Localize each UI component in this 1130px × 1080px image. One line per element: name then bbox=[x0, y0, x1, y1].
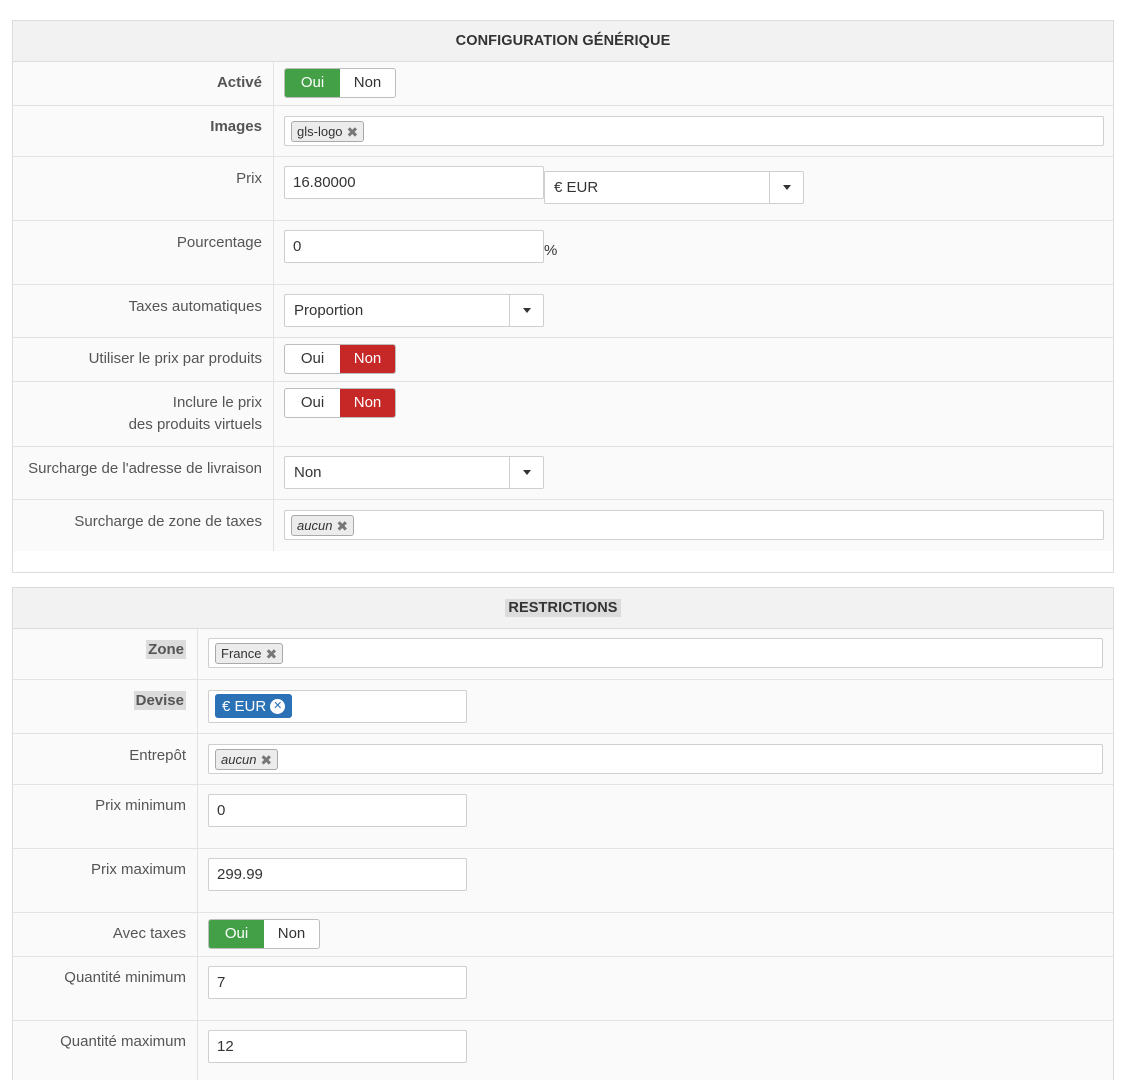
max-qty-row: Quantité maximum 12 bbox=[13, 1021, 1113, 1080]
with-taxes-row: Avec taxes Oui Non bbox=[13, 913, 1113, 957]
min-qty-row: Quantité minimum 7 bbox=[13, 957, 1113, 1021]
with-taxes-label: Avec taxes bbox=[13, 913, 198, 956]
currency-tag-input[interactable]: € EUR ✕ bbox=[208, 690, 467, 723]
chevron-down-icon[interactable] bbox=[509, 457, 543, 488]
auto-taxes-select[interactable]: Proportion bbox=[284, 294, 544, 327]
warehouse-label: Entrepôt bbox=[13, 734, 198, 784]
percentage-label: Pourcentage bbox=[13, 221, 274, 284]
include-virtual-row: Inclure le prix des produits virtuels Ou… bbox=[13, 382, 1113, 447]
zone-label: Zone bbox=[13, 629, 198, 679]
images-row: Images gls-logo ✖ bbox=[13, 106, 1113, 157]
with-taxes-toggle[interactable]: Oui Non bbox=[208, 919, 320, 949]
zone-tag-input[interactable]: France ✖ bbox=[208, 638, 1103, 668]
tax-zone-override-row: Surcharge de zone de taxes aucun ✖ bbox=[13, 500, 1113, 551]
max-price-label: Prix maximum bbox=[13, 849, 198, 912]
max-qty-label: Quantité maximum bbox=[13, 1021, 198, 1080]
include-virtual-label: Inclure le prix des produits virtuels bbox=[13, 382, 274, 446]
remove-tag-icon[interactable]: ✖ bbox=[260, 753, 272, 767]
restrictions-panel: RESTRICTIONS Zone France ✖ Devise € EUR … bbox=[12, 587, 1114, 1080]
active-label: Activé bbox=[13, 62, 274, 105]
price-row: Prix 16.80000 € EUR bbox=[13, 157, 1113, 221]
active-yes-option[interactable]: Oui bbox=[285, 69, 340, 97]
generic-config-panel: CONFIGURATION GÉNÉRIQUE Activé Oui Non I… bbox=[12, 20, 1114, 573]
use-product-price-yes-option[interactable]: Oui bbox=[285, 345, 340, 373]
panel-title: CONFIGURATION GÉNÉRIQUE bbox=[455, 33, 671, 49]
active-row: Activé Oui Non bbox=[13, 62, 1113, 106]
with-taxes-yes-option[interactable]: Oui bbox=[209, 920, 264, 948]
warehouse-tag: aucun ✖ bbox=[215, 749, 279, 770]
use-product-price-row: Utiliser le prix par produits Oui Non bbox=[13, 338, 1113, 382]
min-qty-label: Quantité minimum bbox=[13, 957, 198, 1020]
currency-row: Devise € EUR ✕ bbox=[13, 680, 1113, 734]
panel-title: RESTRICTIONS bbox=[505, 599, 621, 617]
active-toggle[interactable]: Oui Non bbox=[284, 68, 396, 98]
warehouse-tag-input[interactable]: aucun ✖ bbox=[208, 744, 1103, 774]
min-price-label: Prix minimum bbox=[13, 785, 198, 848]
image-tag: gls-logo ✖ bbox=[291, 121, 365, 142]
include-virtual-no-option[interactable]: Non bbox=[340, 389, 395, 417]
zone-tag: France ✖ bbox=[215, 643, 284, 664]
active-no-option[interactable]: Non bbox=[340, 69, 395, 97]
price-input[interactable]: 16.80000 bbox=[284, 166, 544, 199]
remove-circle-icon[interactable]: ✕ bbox=[270, 698, 286, 714]
use-product-price-toggle[interactable]: Oui Non bbox=[284, 344, 396, 374]
with-taxes-no-option[interactable]: Non bbox=[264, 920, 319, 948]
max-price-input[interactable]: 299.99 bbox=[208, 858, 467, 891]
panel-header: CONFIGURATION GÉNÉRIQUE bbox=[13, 21, 1113, 62]
percent-suffix: % bbox=[544, 242, 558, 259]
currency-label: Devise bbox=[13, 680, 198, 733]
price-currency-select[interactable]: € EUR bbox=[544, 171, 804, 204]
panel-header: RESTRICTIONS bbox=[13, 588, 1113, 629]
min-price-input[interactable]: 0 bbox=[208, 794, 467, 827]
images-tag-input[interactable]: gls-logo ✖ bbox=[284, 116, 1104, 146]
include-virtual-toggle[interactable]: Oui Non bbox=[284, 388, 396, 418]
warehouse-row: Entrepôt aucun ✖ bbox=[13, 734, 1113, 785]
zone-row: Zone France ✖ bbox=[13, 629, 1113, 680]
address-override-label: Surcharge de l'adresse de livraison bbox=[13, 447, 274, 499]
chevron-down-icon[interactable] bbox=[769, 172, 803, 203]
remove-tag-icon[interactable]: ✖ bbox=[265, 647, 277, 661]
percentage-row: Pourcentage 0 % bbox=[13, 221, 1113, 285]
images-label: Images bbox=[13, 106, 274, 156]
max-price-row: Prix maximum 299.99 bbox=[13, 849, 1113, 913]
auto-taxes-label: Taxes automatiques bbox=[13, 285, 274, 337]
tax-zone-tag: aucun ✖ bbox=[291, 515, 355, 536]
use-product-price-label: Utiliser le prix par produits bbox=[13, 338, 274, 381]
max-qty-input[interactable]: 12 bbox=[208, 1030, 467, 1063]
min-price-row: Prix minimum 0 bbox=[13, 785, 1113, 849]
tax-zone-override-label: Surcharge de zone de taxes bbox=[13, 500, 274, 551]
percentage-input[interactable]: 0 bbox=[284, 230, 544, 263]
use-product-price-no-option[interactable]: Non bbox=[340, 345, 395, 373]
include-virtual-yes-option[interactable]: Oui bbox=[285, 389, 340, 417]
tax-zone-tag-input[interactable]: aucun ✖ bbox=[284, 510, 1104, 540]
remove-tag-icon[interactable]: ✖ bbox=[347, 125, 359, 139]
currency-tag: € EUR ✕ bbox=[215, 694, 293, 718]
chevron-down-icon[interactable] bbox=[509, 295, 543, 326]
min-qty-input[interactable]: 7 bbox=[208, 966, 467, 999]
price-label: Prix bbox=[13, 157, 274, 220]
remove-tag-icon[interactable]: ✖ bbox=[336, 519, 348, 533]
address-override-row: Surcharge de l'adresse de livraison Non bbox=[13, 447, 1113, 500]
address-override-select[interactable]: Non bbox=[284, 456, 544, 489]
auto-taxes-row: Taxes automatiques Proportion bbox=[13, 285, 1113, 338]
